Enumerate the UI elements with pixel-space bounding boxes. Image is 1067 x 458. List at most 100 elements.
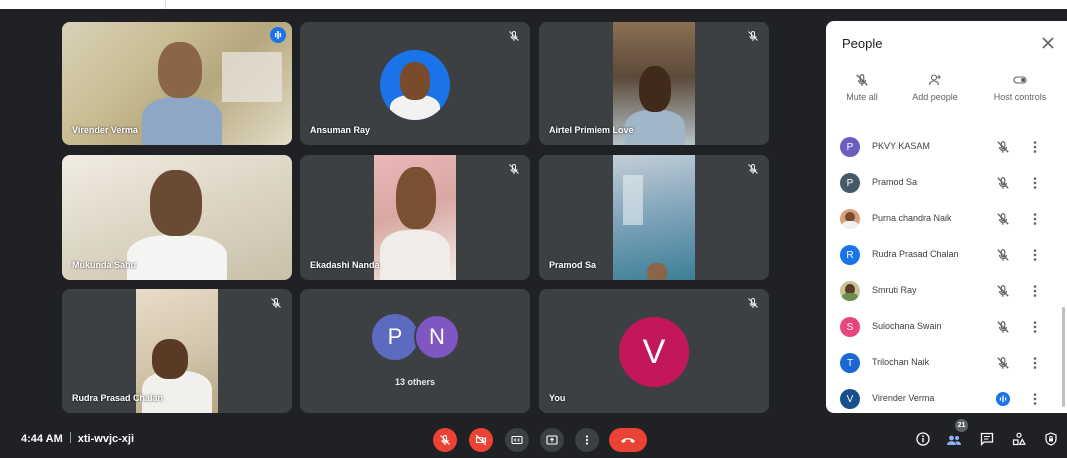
host-controls-button[interactable]: Host controls [988, 73, 1052, 102]
info-icon [916, 432, 930, 446]
leave-call-button[interactable] [609, 428, 647, 452]
add-people-label: Add people [912, 92, 958, 102]
chat-icon [980, 432, 994, 446]
meeting-details[interactable]: 4:44 AM xti-wvjc-xji [21, 432, 134, 445]
avatar: V [840, 389, 860, 409]
mic-off-icon [271, 297, 281, 308]
toggle-icon [1013, 76, 1027, 84]
participant-name: Mukunda Sahu [72, 260, 137, 270]
mic-off-icon [440, 434, 450, 445]
call-end-icon [621, 438, 635, 443]
add-people-button[interactable]: Add people [908, 73, 962, 102]
mic-off-icon[interactable] [996, 176, 1010, 190]
mic-off-icon[interactable] [996, 284, 1010, 298]
captions-button[interactable] [505, 428, 529, 452]
meeting-details-button[interactable] [914, 430, 932, 448]
people-panel: People Mute all Add people Host controls… [826, 21, 1067, 413]
close-icon[interactable] [1041, 36, 1055, 50]
avatar [840, 281, 860, 301]
self-tile[interactable]: V You [539, 289, 769, 413]
participant-tile[interactable]: Pramod Sa [539, 155, 769, 280]
participant-name: Pramod Sa [549, 260, 597, 270]
people-icon [947, 435, 961, 445]
more-vert-icon[interactable] [1030, 284, 1040, 298]
activities-button[interactable] [1010, 430, 1028, 448]
activities-icon [1012, 432, 1026, 446]
more-vert-icon[interactable] [1030, 140, 1040, 154]
participant-tile[interactable]: Rudra Prasad Chalan [62, 289, 292, 413]
divider [165, 0, 166, 9]
participant-row[interactable]: Purna chandra Naik [826, 201, 1067, 237]
captions-icon [511, 435, 523, 445]
avatar: P [840, 173, 860, 193]
participant-name: Sulochana Swain [872, 321, 942, 331]
mic-off-icon [856, 74, 868, 86]
more-vert-icon[interactable] [1030, 392, 1040, 406]
participant-tile[interactable]: Ekadashi Nanda [300, 155, 530, 280]
participant-name: Pramod Sa [872, 177, 918, 187]
mic-off-icon[interactable] [996, 248, 1010, 262]
mute-all-button[interactable]: Mute all [840, 73, 884, 102]
mic-off-icon[interactable] [996, 140, 1010, 154]
panel-title: People [842, 36, 883, 51]
participant-tile[interactable]: Virender Verma [62, 22, 292, 145]
host-controls-label: Host controls [993, 92, 1047, 102]
mic-off-icon [509, 30, 519, 41]
avatar: R [840, 245, 860, 265]
participant-row[interactable]: P Pramod Sa [826, 165, 1067, 201]
add-person-icon [928, 74, 941, 86]
participant-tile[interactable]: Mukunda Sahu [62, 155, 292, 280]
participant-row[interactable]: P PKVY KASAM [826, 129, 1067, 165]
meeting-code: xti-wvjc-xji [77, 433, 135, 445]
more-vert-icon[interactable] [1030, 356, 1040, 370]
chat-button[interactable] [978, 430, 996, 448]
host-controls-toolbar-button[interactable] [1042, 430, 1060, 448]
video-feed [374, 155, 456, 280]
mic-off-icon [748, 163, 758, 174]
others-tile[interactable]: P N 13 others [300, 289, 530, 413]
more-vert-icon[interactable] [1030, 248, 1040, 262]
scrollbar[interactable] [1062, 307, 1065, 407]
mic-off-icon[interactable] [996, 320, 1010, 334]
avatar [840, 209, 860, 229]
mic-off-icon[interactable] [996, 356, 1010, 370]
meeting-time: 4:44 AM [21, 433, 63, 445]
video-feed [613, 155, 695, 280]
participant-name: Ansuman Ray [310, 125, 371, 135]
camera-toggle-button[interactable] [469, 428, 493, 452]
participant-name: Rudra Prasad Chalan [72, 393, 164, 403]
present-button[interactable] [540, 428, 564, 452]
others-count-label: 13 others [394, 377, 436, 387]
participant-name: Virender Verma [72, 125, 138, 135]
participant-row[interactable]: S Sulochana Swain [826, 309, 1067, 345]
participant-row[interactable]: Smruti Ray [826, 273, 1067, 309]
participant-name: PKVY KASAM [872, 141, 930, 151]
participant-name: You [549, 393, 566, 403]
mic-off-icon [509, 163, 519, 174]
more-vert-icon[interactable] [1030, 320, 1040, 334]
mic-toggle-button[interactable] [433, 428, 457, 452]
participant-name: Airtel Primiem Love [549, 125, 634, 135]
avatar: P [372, 314, 418, 360]
avatar: T [840, 353, 860, 373]
participant-name: Virender Verma [872, 393, 935, 403]
participant-row[interactable]: R Rudra Prasad Chalan [826, 237, 1067, 273]
participant-name: Smruti Ray [872, 285, 917, 295]
profile-photo [380, 50, 450, 120]
present-icon [546, 435, 558, 445]
participant-name: Trilochan Naik [872, 357, 930, 367]
participant-name: Rudra Prasad Chalan [872, 249, 959, 259]
people-button[interactable]: 21 [945, 419, 968, 448]
participant-row[interactable]: T Trilochan Naik [826, 345, 1067, 381]
more-vert-icon[interactable] [1030, 176, 1040, 190]
mic-off-icon [748, 297, 758, 308]
mic-off-icon[interactable] [996, 212, 1010, 226]
participant-row[interactable]: V Virender Verma [826, 381, 1067, 413]
more-options-button[interactable] [575, 428, 599, 452]
avatar: N [414, 314, 460, 360]
participant-tile[interactable]: Ansuman Ray [300, 22, 530, 145]
people-count-badge: 21 [955, 419, 968, 432]
speaking-indicator-icon [996, 392, 1010, 406]
participant-tile[interactable]: Airtel Primiem Love [539, 22, 769, 145]
more-vert-icon[interactable] [1030, 212, 1040, 226]
